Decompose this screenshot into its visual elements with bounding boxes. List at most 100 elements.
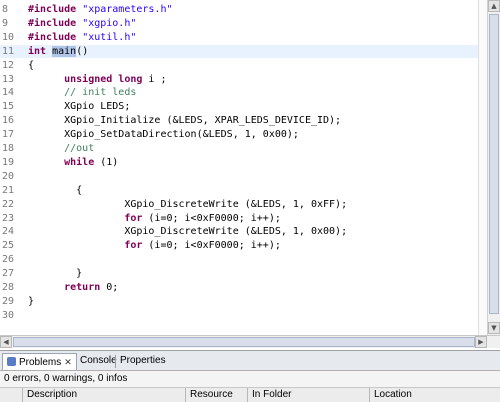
code-line[interactable]: 17 XGpio_SetDataDirection(&LEDS, 1, 0x00… <box>0 128 487 141</box>
line-number: 18 <box>2 143 15 154</box>
code-token: } <box>28 268 83 280</box>
code-text: XGpio_SetDataDirection(&LEDS, 1, 0x00); <box>28 128 299 141</box>
horizontal-scrollbar[interactable]: ◀ ▶ <box>0 335 500 348</box>
code-line[interactable]: 20 <box>0 170 487 183</box>
line-number: 13 <box>2 73 15 85</box>
code-line[interactable]: 8 #include "xparameters.h" <box>0 3 487 16</box>
vertical-scrollbar[interactable]: ▲ ▼ <box>487 0 500 335</box>
code-keyword: int <box>28 45 53 57</box>
line-number: 26 <box>2 254 15 266</box>
line-number: 10 <box>2 31 15 43</box>
code-line[interactable]: 21 { <box>0 184 487 197</box>
code-token: XGpio_DiscreteWrite (&LEDS, 1, 0xFF); <box>28 198 348 210</box>
code-line[interactable]: 19 while (1) <box>0 156 487 169</box>
code-editor[interactable]: 8 #include "xparameters.h" 9 #include "xgpi… <box>0 0 487 335</box>
code-text: XGpio_DiscreteWrite (&LEDS, 1, 0xFF); <box>28 198 347 211</box>
line-number: 12 <box>2 59 15 71</box>
selected-text: main <box>52 45 77 57</box>
code-line[interactable]: 12 { <box>0 59 487 72</box>
code-line[interactable]: 10 #include "xutil.h" <box>0 31 487 44</box>
code-line[interactable]: 9 #include "xgpio.h" <box>0 17 487 30</box>
problems-icon <box>7 357 16 366</box>
code-line[interactable]: 28 return 0; <box>0 281 487 294</box>
line-number: 14 <box>2 87 15 99</box>
code-text: unsigned long i ; <box>28 73 167 86</box>
column-header-resource[interactable]: Resource <box>185 388 247 402</box>
code-token: XGpio_SetDataDirection(&LEDS, 1, 0x00); <box>28 129 299 141</box>
column-header-description[interactable]: Description <box>22 388 185 402</box>
code-line[interactable]: 18 //out <box>0 142 487 155</box>
problems-summary: 0 errors, 0 warnings, 0 infos <box>4 373 128 384</box>
column-header-in-folder[interactable]: In Folder <box>247 388 369 402</box>
code-line[interactable]: 15 XGpio LEDS; <box>0 100 487 113</box>
code-line[interactable]: 24 XGpio_DiscreteWrite (&LEDS, 1, 0x00); <box>0 225 487 238</box>
line-number: 19 <box>2 156 15 168</box>
code-text: while (1) <box>28 156 118 169</box>
code-comment: //out <box>64 143 95 154</box>
code-string: "xutil.h" <box>82 31 137 43</box>
code-token: { <box>28 184 83 196</box>
code-text: return 0; <box>28 281 118 294</box>
line-number: 28 <box>2 282 15 293</box>
code-token: XGpio_DiscreteWrite (&LEDS, 1, 0x00); <box>28 226 348 238</box>
scroll-down-icon[interactable]: ▼ <box>488 322 500 334</box>
problems-table-header: Description Resource In Folder Location <box>0 387 500 402</box>
code-line[interactable]: 22 XGpio_DiscreteWrite (&LEDS, 1, 0xFF); <box>0 198 487 211</box>
code-token: i ; <box>142 73 167 85</box>
code-line[interactable]: 27 } <box>0 267 487 280</box>
code-text: // init leds <box>28 86 136 99</box>
close-icon[interactable]: ✕ <box>64 357 72 367</box>
code-keyword: unsigned long <box>64 73 143 85</box>
line-number: 17 <box>2 129 15 141</box>
code-line[interactable]: 29} <box>0 295 487 308</box>
panel-tab-bar: Problems ✕ Console Properties <box>0 351 500 371</box>
line-number: 29 <box>2 295 15 307</box>
code-line[interactable]: 26 <box>0 253 487 266</box>
code-keyword: for <box>124 212 143 224</box>
code-line[interactable]: 25 for (i=0; i<0xF0000; i++); <box>0 239 487 252</box>
tab-problems-label: Problems <box>19 357 62 368</box>
code-line[interactable]: 23 for (i=0; i<0xF0000; i++); <box>0 212 487 225</box>
code-comment: // init leds <box>64 87 137 99</box>
scroll-up-icon[interactable]: ▲ <box>488 0 500 12</box>
vertical-scroll-thumb[interactable] <box>489 14 499 314</box>
code-text: } <box>28 295 34 308</box>
code-keyword: while <box>64 156 95 168</box>
tab-properties[interactable]: Properties <box>116 353 170 370</box>
code-line[interactable]: 11 int main() <box>0 44 487 58</box>
code-text: #include "xutil.h" <box>28 31 136 44</box>
column-header-blank[interactable] <box>0 388 22 402</box>
tab-problems[interactable]: Problems ✕ <box>2 353 77 370</box>
code-token: (i=0; i<0xF0000; i++); <box>142 212 281 224</box>
code-line[interactable]: 14 // init leds <box>0 86 487 99</box>
code-text: //out <box>28 142 94 155</box>
scroll-left-icon[interactable]: ◀ <box>0 336 12 348</box>
code-token: XGpio LEDS; <box>28 101 131 113</box>
line-number: 30 <box>2 309 15 321</box>
line-number: 16 <box>2 115 15 127</box>
horizontal-scroll-thumb[interactable] <box>13 337 475 347</box>
code-token: { <box>28 59 35 71</box>
line-number: 15 <box>2 101 15 113</box>
scroll-right-icon[interactable]: ▶ <box>475 336 487 348</box>
column-header-location[interactable]: Location <box>369 388 500 402</box>
line-number: 9 <box>2 17 9 29</box>
code-line[interactable]: 16 XGpio_Initialize (&LEDS, XPAR_LEDS_DE… <box>0 114 487 127</box>
code-line[interactable]: 13 unsigned long i ; <box>0 73 487 86</box>
line-number: 21 <box>2 184 15 196</box>
tab-console[interactable]: Console <box>76 353 121 370</box>
line-number: 23 <box>2 212 15 224</box>
tab-console-label: Console <box>80 355 117 366</box>
code-keyword: #include <box>28 17 83 29</box>
problems-panel: Problems ✕ Console Properties 0 errors, 0… <box>0 350 500 402</box>
overview-ruler[interactable] <box>478 0 487 335</box>
code-line[interactable]: 30 <box>0 309 487 322</box>
code-keyword: for <box>124 240 143 252</box>
code-token: () <box>76 45 89 57</box>
